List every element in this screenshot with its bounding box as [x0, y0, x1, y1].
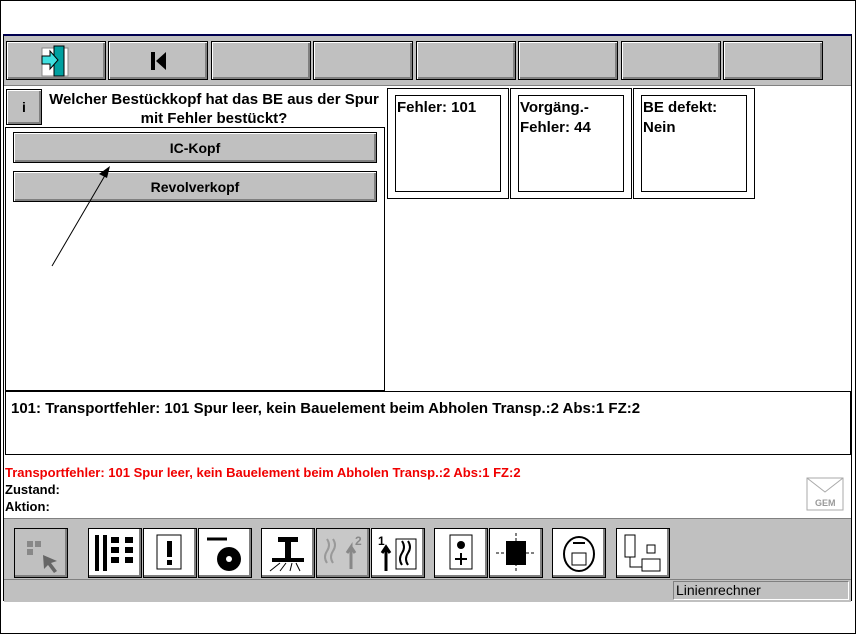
- module-icon-bar: 2 1: [4, 518, 851, 580]
- svg-text:1: 1: [378, 534, 385, 548]
- toolbar-button-6[interactable]: [518, 41, 618, 80]
- gem-mail-button[interactable]: GEM: [805, 476, 845, 512]
- vorgaeng-fehler-value: Vorgäng.- Fehler: 44: [518, 95, 624, 192]
- message-box: 101: Transportfehler: 101 Spur leer, kei…: [5, 391, 851, 455]
- status-field-linienrechner: Linienrechner: [673, 581, 849, 600]
- feeder-table-icon: [95, 535, 133, 571]
- reel-icon: [207, 537, 241, 571]
- chip-crosshair-icon: [496, 533, 536, 573]
- nozzle-icon: [269, 537, 304, 572]
- placement-head-button[interactable]: [261, 528, 315, 578]
- aktion-label: Aktion:: [5, 499, 50, 514]
- be-defekt-value: BE defekt: Nein: [641, 95, 747, 192]
- select-mode-button[interactable]: [14, 528, 68, 578]
- component-centering-button[interactable]: [489, 528, 543, 578]
- svg-text:2: 2: [355, 534, 362, 548]
- conveyor-2-button[interactable]: 2: [316, 528, 370, 578]
- line-computer-button[interactable]: [616, 528, 670, 578]
- svg-text:GEM: GEM: [815, 498, 836, 508]
- fehler-value: Fehler: 101: [395, 95, 501, 192]
- info-box-fehler: Fehler: 101: [387, 88, 509, 199]
- cursor-grid-icon: [27, 541, 57, 573]
- toolbar-button-7[interactable]: [621, 41, 721, 80]
- info-box-be-defekt: BE defekt: Nein: [633, 88, 755, 199]
- transport-1-icon: 1: [378, 534, 417, 571]
- toolbar-button-8[interactable]: [723, 41, 823, 80]
- camera-button[interactable]: [434, 528, 488, 578]
- status-area: Transportfehler: 101 Spur leer, kein Bau…: [5, 464, 851, 515]
- error-list-button[interactable]: [143, 528, 197, 578]
- status-bar: Linienrechner: [4, 580, 851, 602]
- error-status: Transportfehler: 101 Spur leer, kein Bau…: [5, 465, 521, 480]
- info-box-vorgaeng: Vorgäng.- Fehler: 44: [510, 88, 632, 199]
- annotation-arrow: [51, 166, 110, 267]
- cycle-button[interactable]: [552, 528, 606, 578]
- network-computer-icon: [624, 534, 661, 572]
- exclamation-document-icon: [156, 534, 182, 570]
- camera-plus-icon: [449, 534, 473, 570]
- feeder-overview-button[interactable]: [88, 528, 142, 578]
- zustand-label: Zustand:: [5, 482, 60, 497]
- circular-arrow-icon: [563, 536, 595, 572]
- transport-2-icon: 2: [324, 534, 362, 569]
- toolbar-button-5[interactable]: [416, 41, 516, 80]
- tape-feeder-button[interactable]: [198, 528, 252, 578]
- application-window: i Welcher Bestückkopf hat das BE aus der…: [3, 34, 852, 602]
- mail-icon: GEM: [806, 477, 844, 511]
- conveyor-1-button[interactable]: 1: [371, 528, 425, 578]
